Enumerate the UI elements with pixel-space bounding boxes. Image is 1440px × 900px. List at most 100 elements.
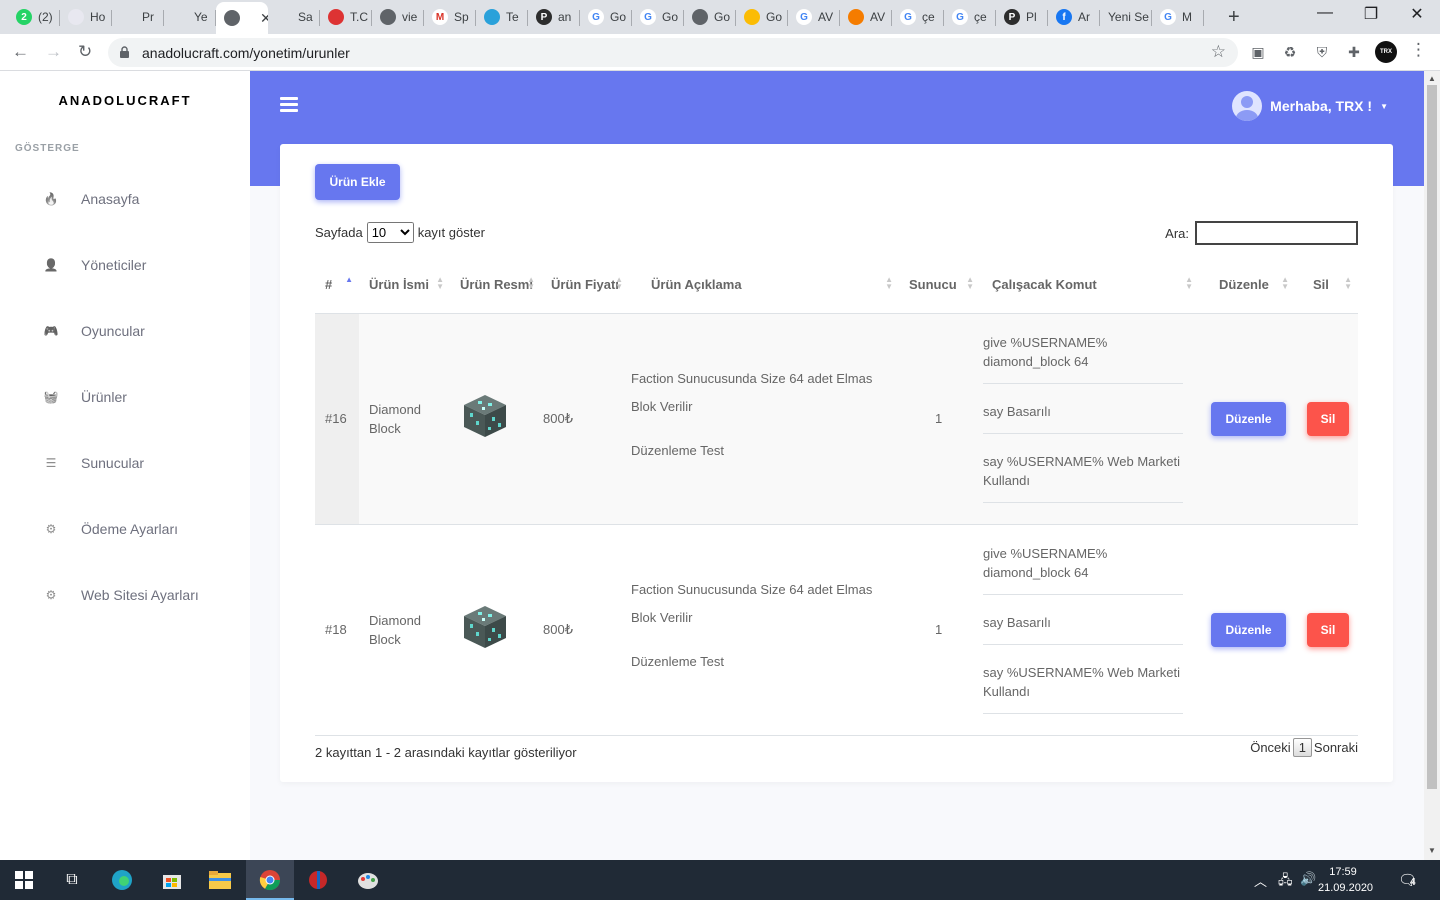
brand-logo[interactable]: ANADOLUCRAFT bbox=[0, 93, 250, 108]
task-view-icon[interactable]: ⧉ bbox=[60, 868, 84, 892]
windows-start-icon[interactable] bbox=[12, 868, 36, 892]
store-icon[interactable] bbox=[160, 868, 184, 892]
delete-button[interactable]: Sil bbox=[1307, 401, 1349, 436]
google-icon: G bbox=[952, 9, 968, 25]
tray-chevron-up-icon[interactable]: ︿ bbox=[1254, 871, 1267, 890]
close-window-button[interactable]: ✕ bbox=[1394, 4, 1440, 24]
page-scrollbar[interactable]: ▲ ▼ bbox=[1424, 71, 1440, 860]
column-header-delete[interactable]: Sil ▲ ▼ bbox=[1295, 256, 1358, 314]
delete-cell: Sil bbox=[1295, 524, 1358, 735]
browser-tab[interactable]: G Go bbox=[632, 4, 684, 30]
column-header-server[interactable]: Sunucu ▲ ▼ bbox=[899, 256, 980, 314]
browser-tab[interactable]: ✕ bbox=[216, 2, 268, 34]
sidebar-item-y-neticiler[interactable]: 👤 Yöneticiler bbox=[0, 245, 250, 285]
whatsapp-icon: 2 bbox=[16, 9, 32, 25]
sidebar-item-web-sitesi-ayarlar-[interactable]: ⚙ Web Sitesi Ayarları bbox=[0, 575, 250, 615]
network-icon[interactable]: 🖧 bbox=[1278, 871, 1293, 893]
browser-tab[interactable]: Pr bbox=[112, 4, 164, 30]
diamond-block-image bbox=[464, 606, 506, 648]
recycle-extension-icon[interactable]: ♻ bbox=[1280, 42, 1300, 62]
user-dropdown[interactable]: Merhaba, TRX ! ▼ bbox=[1232, 91, 1388, 121]
minimize-button[interactable]: — bbox=[1302, 4, 1348, 22]
browser-tab[interactable]: M Sp bbox=[424, 4, 476, 30]
column-header-name[interactable]: Ürün İsmi ▲ ▼ bbox=[359, 256, 450, 314]
bookmark-star-icon[interactable]: ☆ bbox=[1211, 42, 1226, 62]
browser-tab[interactable]: GM bbox=[1152, 4, 1204, 30]
browser-tab[interactable]: Te bbox=[476, 4, 528, 30]
command-cell: give %USERNAME% diamond_block 64 say Basa… bbox=[980, 313, 1199, 524]
sidebar-item--r-nler[interactable]: 🧺 Ürünler bbox=[0, 377, 250, 417]
column-header-id[interactable]: # ▲ bbox=[315, 256, 359, 314]
scroll-down-arrow-icon[interactable]: ▼ bbox=[1428, 846, 1436, 855]
system-clock[interactable]: 17:59 21.09.2020 bbox=[1318, 864, 1373, 896]
browser-tab[interactable]: Sa bbox=[268, 4, 320, 30]
sidebar-item-oyuncular[interactable]: 🎮 Oyuncular bbox=[0, 311, 250, 351]
page-length-select[interactable]: 10 bbox=[366, 222, 414, 243]
file-explorer-icon[interactable] bbox=[208, 868, 232, 892]
browser-tab[interactable]: 2 (2) bbox=[8, 4, 60, 30]
volume-icon[interactable]: 🔊 bbox=[1300, 871, 1316, 887]
forward-button[interactable]: → bbox=[45, 42, 62, 62]
add-product-button[interactable]: Ürün Ekle bbox=[315, 164, 400, 200]
mountain-icon bbox=[276, 9, 292, 25]
sidebar-item--deme-ayarlar-[interactable]: ⚙ Ödeme Ayarları bbox=[0, 509, 250, 549]
column-header-price[interactable]: Ürün Fiyatı ▲ ▼ bbox=[541, 256, 629, 314]
globe-icon bbox=[224, 10, 240, 26]
browser-tab[interactable]: Ye bbox=[164, 4, 216, 30]
sidebar-item-anasayfa[interactable]: 🔥 Anasayfa bbox=[0, 179, 250, 219]
puzzle-extensions-icon[interactable]: ✚ bbox=[1344, 42, 1364, 62]
browser-tab[interactable]: Yeni Se bbox=[1100, 4, 1152, 30]
scroll-up-arrow-icon[interactable]: ▲ bbox=[1428, 74, 1436, 83]
back-button[interactable]: ← bbox=[12, 42, 29, 62]
column-header-description[interactable]: Ürün Açıklama ▲ ▼ bbox=[629, 256, 899, 314]
browser-menu-icon[interactable]: ⋮ bbox=[1410, 40, 1427, 60]
restore-button[interactable]: ❐ bbox=[1348, 4, 1394, 24]
browser-tab[interactable]: G Go bbox=[580, 4, 632, 30]
shield-extension-icon[interactable]: ⛨ bbox=[1312, 42, 1332, 62]
sidebar-item-sunucular[interactable]: ☰ Sunucular bbox=[0, 443, 250, 483]
browser-tab[interactable]: G AV bbox=[788, 4, 840, 30]
column-header-image[interactable]: Ürün Resmi ▲ ▼ bbox=[450, 256, 541, 314]
browser-tab[interactable]: vie bbox=[372, 4, 424, 30]
edge-browser-icon[interactable] bbox=[110, 868, 134, 892]
extension-icon[interactable]: ▣ bbox=[1248, 42, 1268, 62]
search-input[interactable] bbox=[1195, 221, 1358, 245]
app-red-blue-icon[interactable] bbox=[306, 868, 330, 892]
close-tab-icon[interactable]: ✕ bbox=[260, 10, 268, 27]
hamburger-menu-icon[interactable] bbox=[280, 97, 298, 113]
server-id: 1 bbox=[935, 622, 943, 637]
reload-button[interactable]: ↻ bbox=[78, 42, 92, 62]
mountain-icon bbox=[120, 9, 136, 25]
browser-tab[interactable]: Pan bbox=[528, 4, 580, 30]
browser-tab[interactable]: Gçe bbox=[944, 4, 996, 30]
browser-tab[interactable]: Ho bbox=[60, 4, 112, 30]
user-greeting: Merhaba, TRX ! bbox=[1270, 98, 1373, 114]
address-bar[interactable]: anadolucraft.com/yonetim/urunler ☆ bbox=[108, 38, 1238, 67]
products-table: # ▲ Ürün İsmi ▲ ▼ Ürün Resmi ▲ ▼ Ürün Fiyatı ▲… bbox=[315, 256, 1358, 736]
edit-button[interactable]: Düzenle bbox=[1211, 612, 1286, 647]
command-line: say %USERNAME% Web Marketi Kullandı bbox=[983, 657, 1183, 714]
cogs-icon: ⚙ bbox=[45, 588, 57, 602]
previous-page-link[interactable]: Önceki bbox=[1250, 740, 1290, 755]
delete-button[interactable]: Sil bbox=[1307, 612, 1349, 647]
browser-tab[interactable]: Gçe bbox=[892, 4, 944, 30]
edit-button[interactable]: Düzenle bbox=[1211, 401, 1286, 436]
user-avatar bbox=[1232, 91, 1263, 121]
browser-tab[interactable]: P Pl bbox=[996, 4, 1048, 30]
browser-tab[interactable]: T.C bbox=[320, 4, 372, 30]
profile-avatar[interactable]: TRX bbox=[1375, 41, 1397, 63]
page-1-button[interactable]: 1 bbox=[1292, 738, 1312, 757]
p-icon: P bbox=[1004, 9, 1020, 25]
column-header-command[interactable]: Çalışacak Komut ▲ ▼ bbox=[980, 256, 1199, 314]
browser-tab[interactable]: Go bbox=[736, 4, 788, 30]
scrollbar-thumb[interactable] bbox=[1427, 85, 1437, 789]
column-header-edit[interactable]: Düzenle ▲ ▼ bbox=[1199, 256, 1295, 314]
delete-cell: Sil bbox=[1295, 313, 1358, 524]
next-page-link[interactable]: Sonraki bbox=[1314, 740, 1358, 755]
browser-tab[interactable]: f Ar bbox=[1048, 4, 1100, 30]
browser-tab[interactable]: Go bbox=[684, 4, 736, 30]
paint-icon[interactable] bbox=[356, 868, 380, 892]
browser-tab[interactable]: AV bbox=[840, 4, 892, 30]
chrome-icon[interactable] bbox=[258, 868, 282, 892]
new-tab-button[interactable]: + bbox=[1228, 6, 1240, 29]
